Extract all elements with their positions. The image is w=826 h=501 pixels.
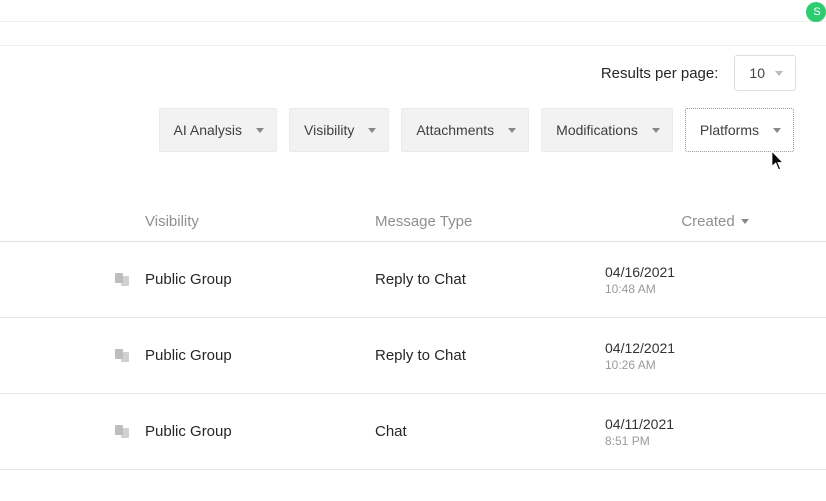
filter-label: Visibility <box>304 122 354 138</box>
cell-time: 8:51 PM <box>605 433 825 449</box>
group-icon <box>115 425 131 439</box>
table-row[interactable]: Public Group Reply to Chat 04/12/2021 10… <box>0 318 826 394</box>
cell-message-type: Reply to Chat <box>375 347 605 364</box>
filter-ai-analysis[interactable]: AI Analysis <box>159 108 277 152</box>
filter-label: Platforms <box>700 122 759 138</box>
cell-time: 10:48 AM <box>605 281 825 297</box>
cell-date: 04/11/2021 <box>605 415 825 433</box>
sort-desc-icon <box>741 219 749 224</box>
table-row[interactable]: Public Group Chat 04/11/2021 8:51 PM <box>0 394 826 470</box>
table-header: Visibility Message Type Created <box>0 202 826 242</box>
cell-date: 04/16/2021 <box>605 263 825 281</box>
cell-visibility: Public Group <box>145 423 375 440</box>
group-icon <box>115 273 131 287</box>
col-header-created-label: Created <box>681 213 734 230</box>
results-per-page-select[interactable]: 10 <box>734 55 796 91</box>
table-row[interactable]: Public Group Reply to Chat 04/16/2021 10… <box>0 242 826 318</box>
chevron-down-icon <box>256 128 264 133</box>
cell-visibility: Public Group <box>145 271 375 288</box>
cell-time: 10:26 AM <box>605 357 825 373</box>
results-table: Visibility Message Type Created Public G… <box>0 202 826 470</box>
chevron-down-icon <box>775 71 783 76</box>
filter-attachments[interactable]: Attachments <box>401 108 529 152</box>
results-per-page-label: Results per page: <box>601 65 719 82</box>
cell-visibility: Public Group <box>145 347 375 364</box>
filters-row: AI Analysis Visibility Attachments Modif… <box>0 100 826 158</box>
avatar[interactable]: S <box>806 2 826 22</box>
cell-message-type: Reply to Chat <box>375 271 605 288</box>
group-icon <box>115 349 131 363</box>
col-header-visibility[interactable]: Visibility <box>145 213 375 230</box>
filter-label: Attachments <box>416 122 494 138</box>
results-per-page-value: 10 <box>749 65 765 81</box>
filter-modifications[interactable]: Modifications <box>541 108 673 152</box>
cell-message-type: Chat <box>375 423 605 440</box>
cell-date: 04/12/2021 <box>605 339 825 357</box>
col-header-message-type[interactable]: Message Type <box>375 213 605 230</box>
spacer <box>0 158 826 202</box>
chevron-down-icon <box>652 128 660 133</box>
filter-label: AI Analysis <box>174 122 242 138</box>
chevron-down-icon <box>773 128 781 133</box>
top-bar: S <box>0 0 826 22</box>
chevron-down-icon <box>508 128 516 133</box>
filter-visibility[interactable]: Visibility <box>289 108 389 152</box>
filter-label: Modifications <box>556 122 638 138</box>
chevron-down-icon <box>368 128 376 133</box>
filter-platforms[interactable]: Platforms <box>685 108 794 152</box>
pagination-controls: Results per page: 10 <box>0 46 826 100</box>
header-gap <box>0 22 826 46</box>
col-header-created[interactable]: Created <box>605 213 825 230</box>
